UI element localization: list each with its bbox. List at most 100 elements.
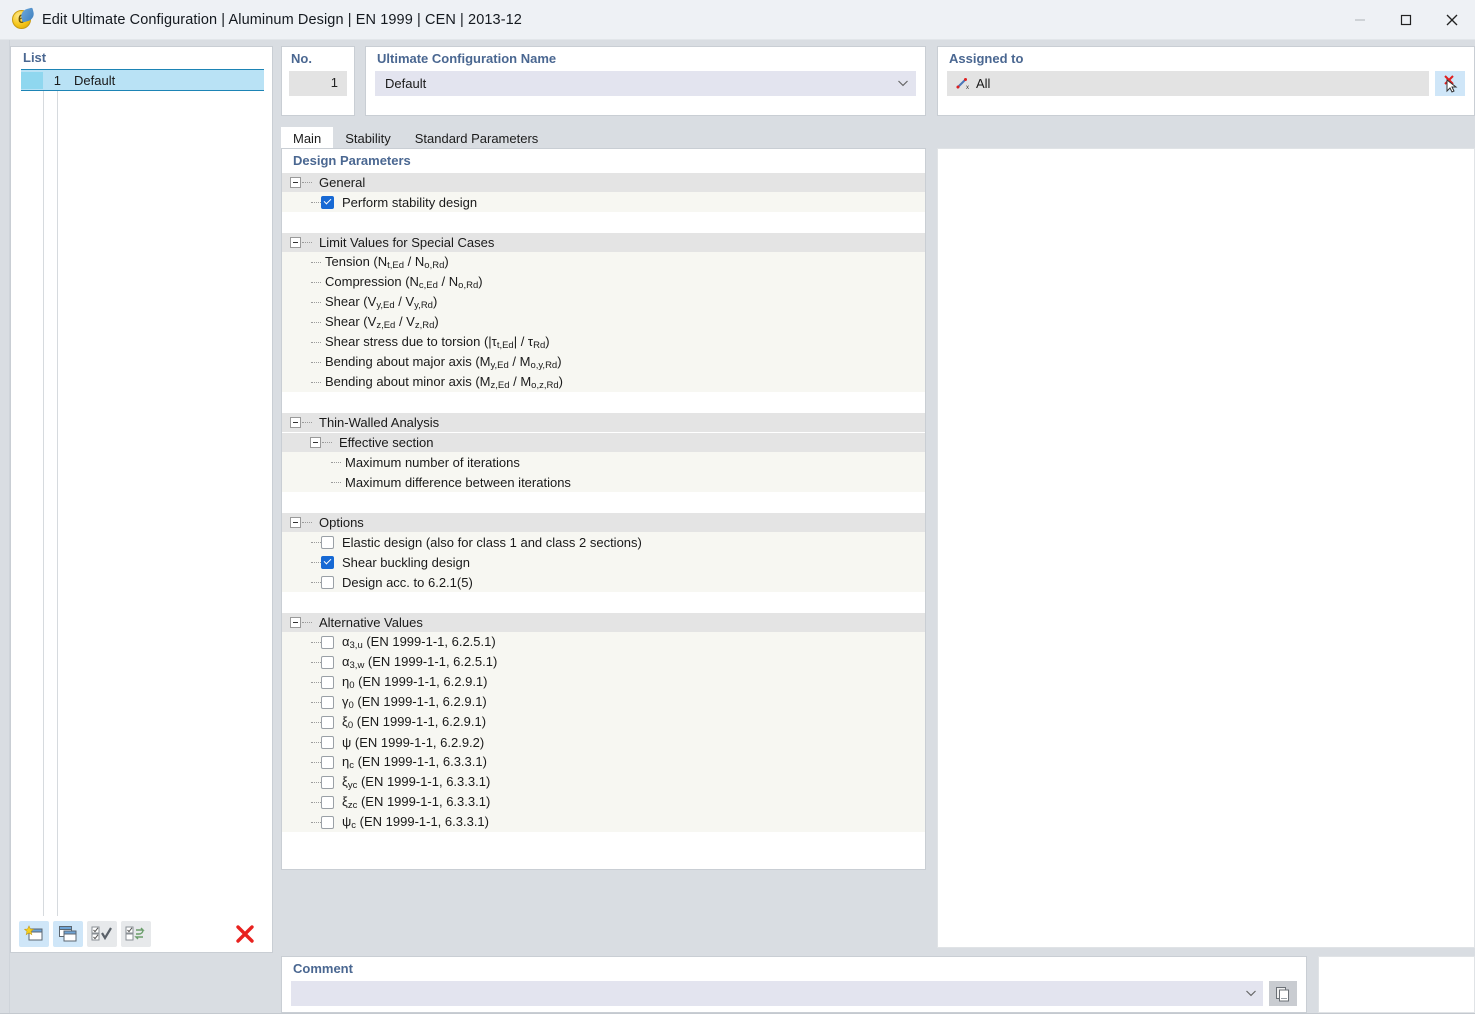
spacer-row xyxy=(282,832,925,852)
tab-main[interactable]: Main xyxy=(281,127,334,148)
row-label: Tension (Nt,Ed / No,Rd) xyxy=(325,253,449,271)
rfem6-icon: 6 xyxy=(11,7,36,31)
checkbox-row[interactable]: γ0 (EN 1999-1-1, 6.2.9.1) xyxy=(282,692,925,712)
group-label: Options xyxy=(319,515,364,530)
value-row[interactable]: Shear (Vy,Ed / Vy,Rd)ηVy,lim0.001-- xyxy=(282,292,925,312)
list-item-label: Default xyxy=(74,72,116,88)
checkbox[interactable] xyxy=(321,635,334,649)
row-label: ψc (EN 1999-1-1, 6.3.3.1) xyxy=(342,813,489,831)
row-label: Bending about minor axis (Mz,Ed / Mo,z,R… xyxy=(325,373,563,391)
checkbox[interactable] xyxy=(321,575,334,589)
select-all-button[interactable] xyxy=(87,921,117,947)
checkbox[interactable] xyxy=(321,195,334,209)
row-label: Shear (Vy,Ed / Vy,Rd) xyxy=(325,293,438,311)
group-header-row[interactable]: General xyxy=(282,172,925,192)
group-header-row[interactable]: Thin-Walled Analysis xyxy=(282,412,925,432)
minimize-button[interactable] xyxy=(1337,0,1383,40)
dialog-footer: ? 0, 00 xyxy=(0,1013,1475,1019)
group-label: Limit Values for Special Cases xyxy=(319,235,495,250)
group-header-row[interactable]: Effective section xyxy=(282,432,925,452)
configuration-name-combo[interactable]: Default xyxy=(375,71,916,96)
collapse-toggle-icon[interactable] xyxy=(290,417,301,428)
close-button[interactable] xyxy=(1429,0,1475,40)
checkbox[interactable] xyxy=(321,715,334,729)
checkbox-row[interactable]: Design acc. to 6.2.1(5) xyxy=(282,572,925,592)
tab-bar: Main Stability Standard Parameters xyxy=(281,126,1475,148)
checkbox[interactable] xyxy=(321,555,334,569)
invert-selection-button[interactable] xyxy=(121,921,151,947)
copy-configuration-button[interactable] xyxy=(53,921,83,947)
copy-comment-icon[interactable] xyxy=(1269,981,1297,1006)
collapse-toggle-icon[interactable] xyxy=(290,177,301,188)
comment-row: Comment xyxy=(281,956,1475,1013)
checkbox[interactable] xyxy=(321,755,334,769)
row-label: Bending about major axis (My,Ed / Mo,y,R… xyxy=(325,353,562,371)
checkbox-row[interactable]: α3,w (EN 1999-1-1, 6.2.5.1) xyxy=(282,652,925,672)
value-row[interactable]: Shear stress due to torsion (|τt,Ed| / τ… xyxy=(282,332,925,352)
group-header-row[interactable]: Alternative Values xyxy=(282,612,925,632)
comment-box: Comment xyxy=(281,956,1307,1013)
checkbox[interactable] xyxy=(321,775,334,789)
value-row[interactable]: Maximum difference between iterationsδma… xyxy=(282,472,925,492)
row-label: Shear buckling design xyxy=(342,554,470,570)
design-parameters-panel: Design Parameters General Perform stabili… xyxy=(281,148,926,870)
collapse-toggle-icon[interactable] xyxy=(290,237,301,248)
checkbox-row[interactable]: α3,u (EN 1999-1-1, 6.2.5.1) xyxy=(282,632,925,652)
deselect-cursor-icon[interactable] xyxy=(1435,71,1465,96)
dialog-body: List 1 Default No. 1 Ultimate Configurat… xyxy=(0,40,1475,1013)
row-label: Shear (Vz,Ed / Vz,Rd) xyxy=(325,313,439,331)
value-row[interactable]: Maximum number of iterationsnmax3 xyxy=(282,452,925,472)
group-header-row[interactable]: Limit Values for Special Cases xyxy=(282,232,925,252)
value-row[interactable]: Tension (Nt,Ed / No,Rd)ηNt,lim0.001-- xyxy=(282,252,925,272)
configuration-name-value: Default xyxy=(385,76,427,91)
checkbox[interactable] xyxy=(321,735,334,749)
checkbox-row[interactable]: ξ0 (EN 1999-1-1, 6.2.9.1) xyxy=(282,712,925,732)
value-row[interactable]: Bending about minor axis (Mz,Ed / Mo,z,R… xyxy=(282,372,925,392)
design-parameters-grid: General Perform stability design Limit Val… xyxy=(282,172,925,869)
checkbox-row[interactable]: ψc (EN 1999-1-1, 6.3.3.1) xyxy=(282,812,925,832)
group-label: General xyxy=(319,175,366,190)
comment-side-pad xyxy=(1318,956,1475,1013)
checkbox-row[interactable]: ηc (EN 1999-1-1, 6.3.3.1) xyxy=(282,752,925,772)
row-label: Perform stability design xyxy=(342,194,478,210)
checkbox-row[interactable]: Shear buckling design xyxy=(282,552,925,572)
checkbox[interactable] xyxy=(321,795,334,809)
number-input[interactable]: 1 xyxy=(289,71,347,96)
value-row[interactable]: Bending about major axis (My,Ed / Mo,y,R… xyxy=(282,352,925,372)
row-label: Maximum difference between iterations xyxy=(345,474,571,490)
number-field-box: No. 1 xyxy=(281,46,355,116)
preview-panel xyxy=(937,148,1475,948)
list-body: 1 Default xyxy=(11,69,272,916)
value-row[interactable]: Compression (Nc,Ed / No,Rd)ηNc,lim0.001-… xyxy=(282,272,925,292)
collapse-toggle-icon[interactable] xyxy=(290,517,301,528)
delete-configuration-button[interactable] xyxy=(230,921,260,947)
collapse-toggle-icon[interactable] xyxy=(290,617,301,628)
checkbox-row[interactable]: η0 (EN 1999-1-1, 6.2.9.1) xyxy=(282,672,925,692)
tab-stability[interactable]: Stability xyxy=(333,127,403,148)
row-label: Shear stress due to torsion (|τt,Ed| / τ… xyxy=(325,333,550,351)
checkbox-row[interactable]: ξzc (EN 1999-1-1, 6.3.3.1) xyxy=(282,792,925,812)
checkbox[interactable] xyxy=(321,535,334,549)
row-label: ηc (EN 1999-1-1, 6.3.3.1) xyxy=(342,753,487,771)
checkbox-row[interactable]: Elastic design (also for class 1 and cla… xyxy=(282,532,925,552)
checkbox[interactable] xyxy=(321,695,334,709)
checkbox-row[interactable]: Perform stability design xyxy=(282,192,925,212)
list-item[interactable]: 1 Default xyxy=(21,69,264,91)
configuration-list-panel: List 1 Default xyxy=(10,46,273,953)
row-label: ξzc (EN 1999-1-1, 6.3.3.1) xyxy=(342,793,491,811)
group-header-row[interactable]: Options xyxy=(282,512,925,532)
new-configuration-button[interactable] xyxy=(19,921,49,947)
checkbox[interactable] xyxy=(321,655,334,669)
value-row[interactable]: Shear (Vz,Ed / Vz,Rd)ηVz,lim0.001-- xyxy=(282,312,925,332)
comment-input[interactable] xyxy=(291,981,1263,1006)
checkbox[interactable] xyxy=(321,675,334,689)
tab-standard-parameters[interactable]: Standard Parameters xyxy=(403,127,551,148)
maximize-button[interactable] xyxy=(1383,0,1429,40)
assigned-to-field[interactable]: x All xyxy=(947,71,1429,96)
checkbox-row[interactable]: ψ (EN 1999-1-1, 6.2.9.2) xyxy=(282,732,925,752)
collapse-toggle-icon[interactable] xyxy=(310,437,321,448)
checkbox-row[interactable]: ξyc (EN 1999-1-1, 6.3.3.1) xyxy=(282,772,925,792)
assigned-to-value: All xyxy=(976,76,991,91)
assigned-to-box: Assigned to x All xyxy=(937,46,1475,116)
checkbox[interactable] xyxy=(321,815,334,829)
